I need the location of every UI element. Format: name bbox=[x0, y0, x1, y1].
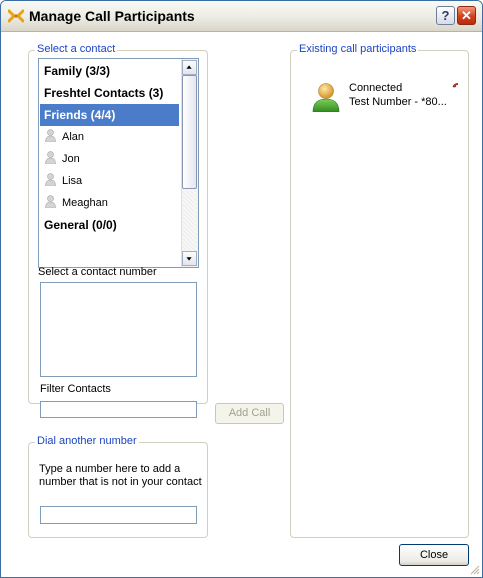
add-call-label: Add Call bbox=[228, 407, 271, 419]
dial-another-group: Dial another number Type a number here t… bbox=[28, 435, 208, 538]
dial-another-legend: Dial another number bbox=[35, 435, 139, 447]
hangup-icon[interactable] bbox=[452, 81, 459, 89]
contact-row-label: Lisa bbox=[62, 175, 83, 187]
manage-call-participants-dialog: Manage Call Participants ? ✕ Select a co… bbox=[0, 0, 483, 578]
contact-row-label: Freshtel Contacts (3) bbox=[44, 86, 164, 100]
contact-row[interactable]: Jon bbox=[40, 148, 179, 170]
participant-status: Connected bbox=[349, 82, 403, 94]
scroll-up-icon[interactable] bbox=[182, 60, 197, 75]
scrollbar-thumb[interactable] bbox=[182, 75, 197, 189]
contact-group-row[interactable]: Friends (4/4) bbox=[40, 104, 179, 126]
contact-row-label: Jon bbox=[62, 153, 80, 165]
contact-group-row[interactable]: General (0/0) bbox=[40, 214, 179, 236]
scrollbar-track[interactable] bbox=[183, 190, 196, 252]
filter-contacts-input[interactable] bbox=[40, 401, 197, 418]
contact-row-label: Alan bbox=[62, 131, 85, 143]
existing-participants-legend: Existing call participants bbox=[297, 43, 419, 55]
contact-person-icon bbox=[45, 173, 56, 186]
contact-row-label: General (0/0) bbox=[44, 218, 117, 232]
select-contact-group: Select a contact Family (3/3) Freshtel Co… bbox=[28, 43, 208, 418]
close-button[interactable]: Close bbox=[399, 544, 469, 566]
help-icon: ? bbox=[441, 8, 450, 23]
manage-call-icon bbox=[8, 9, 24, 23]
contact-list[interactable]: Family (3/3) Freshtel Contacts (3) Friends… bbox=[38, 58, 199, 268]
resize-grip-icon[interactable] bbox=[470, 565, 480, 575]
dial-help-line-2: number that is not in your contact bbox=[39, 476, 202, 488]
contact-person-icon bbox=[45, 129, 56, 142]
filter-contacts-label: Filter Contacts bbox=[40, 383, 111, 395]
participants-list[interactable]: Connected Test Number - *80... bbox=[301, 70, 459, 530]
contact-person-icon bbox=[45, 151, 56, 164]
contact-list-scrollbar[interactable] bbox=[181, 59, 198, 267]
contact-row[interactable]: Meaghan bbox=[40, 192, 179, 214]
existing-participants-group: Existing call participants Connected Tes… bbox=[290, 43, 469, 538]
select-contact-legend: Select a contact bbox=[35, 43, 118, 55]
contact-row-label: Family (3/3) bbox=[44, 64, 111, 78]
participant-avatar-icon bbox=[312, 83, 340, 112]
contact-number-list[interactable] bbox=[40, 282, 197, 377]
window-close-button[interactable]: ✕ bbox=[457, 6, 476, 25]
contact-row[interactable]: Lisa bbox=[40, 170, 179, 192]
dial-help-line-1: Type a number here to add a bbox=[39, 463, 181, 475]
contact-row-label: Meaghan bbox=[62, 197, 108, 209]
contact-row-label: Friends (4/4) bbox=[44, 108, 116, 122]
add-call-button[interactable]: Add Call bbox=[215, 403, 284, 424]
participant-name: Test Number - *80... bbox=[349, 96, 447, 108]
contact-row[interactable]: Alan bbox=[40, 126, 179, 148]
close-button-label: Close bbox=[419, 549, 449, 561]
title-bar[interactable]: Manage Call Participants ? ✕ bbox=[1, 1, 482, 32]
help-button[interactable]: ? bbox=[436, 6, 455, 25]
scroll-down-icon[interactable] bbox=[182, 251, 197, 266]
window-title: Manage Call Participants bbox=[29, 8, 195, 24]
close-icon: ✕ bbox=[461, 8, 472, 23]
participant-item[interactable]: Connected Test Number - *80... bbox=[302, 71, 459, 117]
contact-group-row[interactable]: Freshtel Contacts (3) bbox=[40, 82, 179, 104]
contact-number-label: Select a contact number bbox=[38, 266, 157, 278]
contact-group-row[interactable]: Family (3/3) bbox=[40, 60, 179, 82]
dial-number-input[interactable] bbox=[40, 506, 197, 524]
contact-person-icon bbox=[45, 195, 56, 208]
dialog-body: Select a contact Family (3/3) Freshtel Co… bbox=[1, 32, 482, 577]
